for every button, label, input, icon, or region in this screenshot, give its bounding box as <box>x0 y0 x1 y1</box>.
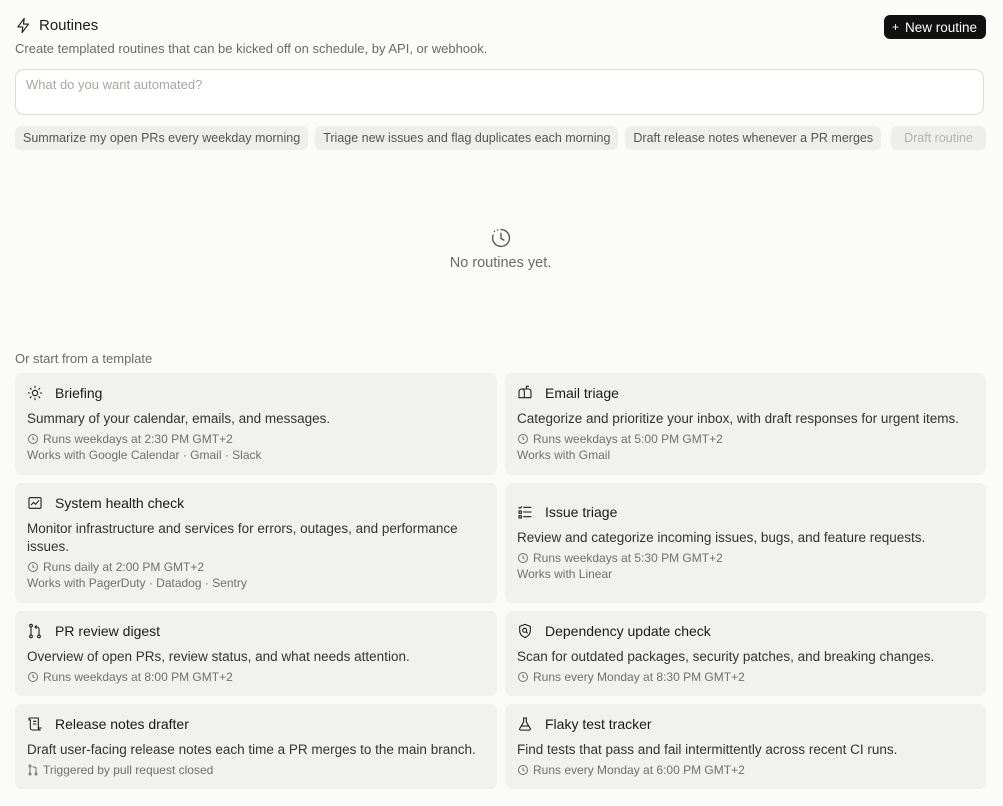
suggestion-chip[interactable]: Triage new issues and flag duplicates ea… <box>315 126 619 150</box>
clock-icon <box>518 434 528 444</box>
page-subtitle: Create templated routines that can be ki… <box>15 41 488 56</box>
clock-icon <box>28 434 38 444</box>
template-description: Find tests that pass and fail intermitte… <box>517 742 898 757</box>
automation-prompt-input[interactable] <box>24 76 928 93</box>
template-schedule: Runs weekdays at 2:30 PM GMT+2 <box>27 432 485 446</box>
schedule-text: Runs weekdays at 8:00 PM GMT+2 <box>43 670 233 684</box>
template-integrations: Works with Gmail <box>517 448 611 462</box>
automation-prompt-box[interactable] <box>15 69 984 115</box>
flask-icon <box>519 717 531 731</box>
clock-icon <box>518 765 528 775</box>
empty-state-text: No routines yet. <box>449 255 552 271</box>
template-card-system-health-check[interactable]: System health check Monitor infrastructu… <box>15 483 497 603</box>
template-description: Overview of open PRs, review status, and… <box>27 649 410 664</box>
clock-icon <box>491 228 510 248</box>
template-description: Review and categorize incoming issues, b… <box>517 530 926 545</box>
sun-icon <box>27 385 43 401</box>
suggestion-chips: Summarize my open PRs every weekday morn… <box>15 126 882 150</box>
template-description: Monitor infrastructure and services for … <box>27 521 458 554</box>
template-description: Draft user-facing release notes each tim… <box>27 742 476 757</box>
template-schedule: Runs weekdays at 5:00 PM GMT+2 <box>517 432 974 446</box>
template-description: Categorize and prioritize your inbox, wi… <box>517 411 959 426</box>
empty-state: No routines yet. <box>0 227 1001 271</box>
template-card-issue-triage[interactable]: Issue triage Review and categorize incom… <box>505 483 986 603</box>
mailbox-icon <box>518 385 532 399</box>
lightning-icon <box>17 17 30 33</box>
chart-icon <box>28 497 42 509</box>
template-description: Summary of your calendar, emails, and me… <box>27 411 331 426</box>
scroll-icon <box>28 717 42 731</box>
template-schedule: Runs weekdays at 5:30 PM GMT+2 <box>517 551 974 565</box>
trigger-text: Triggered by pull request closed <box>43 763 214 777</box>
template-description: Scan for outdated packages, security pat… <box>517 649 935 664</box>
template-card-flaky-test-tracker[interactable]: Flaky test tracker Find tests that pass … <box>505 704 986 789</box>
clock-icon <box>28 672 38 682</box>
checklist-icon <box>518 506 532 519</box>
clock-icon <box>518 672 528 682</box>
template-name: Release notes drafter <box>55 716 189 732</box>
draft-routine-button[interactable]: Draft routine <box>891 126 986 150</box>
template-schedule: Runs every Monday at 8:30 PM GMT+2 <box>517 670 974 684</box>
template-card-email-triage[interactable]: Email triage Categorize and prioritize y… <box>505 373 986 475</box>
template-integrations: Works with PagerDuty · Datadog · Sentry <box>27 576 247 590</box>
template-schedule: Runs every Monday at 6:00 PM GMT+2 <box>517 763 974 777</box>
title-row: Routines <box>15 15 986 35</box>
template-name: Briefing <box>55 385 103 401</box>
template-name: PR review digest <box>55 623 161 639</box>
page-title: Routines <box>39 16 99 34</box>
template-schedule: Runs daily at 2:00 PM GMT+2 <box>27 560 485 574</box>
header: Routines Create templated routines that … <box>15 15 986 59</box>
template-name: Flaky test tracker <box>545 716 652 732</box>
new-routine-label: New routine <box>904 19 977 35</box>
suggestion-chip[interactable]: Draft release notes whenever a PR merges <box>625 126 882 150</box>
pull-request-icon <box>29 623 41 639</box>
schedule-text: Runs every Monday at 8:30 PM GMT+2 <box>533 670 745 684</box>
schedule-text: Runs weekdays at 2:30 PM GMT+2 <box>43 432 233 446</box>
schedule-text: Runs weekdays at 5:30 PM GMT+2 <box>533 551 723 565</box>
template-schedule: Runs weekdays at 8:00 PM GMT+2 <box>27 670 485 684</box>
template-name: System health check <box>55 495 185 511</box>
template-integrations: Works with Linear <box>517 567 613 581</box>
template-card-release-notes-drafter[interactable]: Release notes drafter Draft user-facing … <box>15 704 497 789</box>
clock-icon <box>28 562 38 572</box>
template-name: Issue triage <box>545 504 618 520</box>
new-routine-button[interactable]: + New routine <box>883 15 986 39</box>
template-integrations: Works with Google Calendar · Gmail · Sla… <box>27 448 262 462</box>
template-trigger: Triggered by pull request closed <box>27 763 485 777</box>
template-name: Dependency update check <box>545 623 711 639</box>
template-card-dependency-update-check[interactable]: Dependency update check Scan for outdate… <box>505 611 986 696</box>
plus-icon: + <box>891 20 899 34</box>
template-card-briefing[interactable]: Briefing Summary of your calendar, email… <box>15 373 497 475</box>
templates-label: Or start from a template <box>15 351 153 366</box>
suggestion-chip[interactable]: Summarize my open PRs every weekday morn… <box>15 126 309 150</box>
clock-icon <box>518 553 528 563</box>
schedule-text: Runs every Monday at 6:00 PM GMT+2 <box>533 763 745 777</box>
template-name: Email triage <box>545 385 619 401</box>
schedule-text: Runs weekdays at 5:00 PM GMT+2 <box>533 432 723 446</box>
shield-search-icon <box>519 623 531 639</box>
template-card-pr-review-digest[interactable]: PR review digest Overview of open PRs, r… <box>15 611 497 696</box>
schedule-text: Runs daily at 2:00 PM GMT+2 <box>43 560 205 574</box>
pull-request-icon <box>28 764 38 776</box>
